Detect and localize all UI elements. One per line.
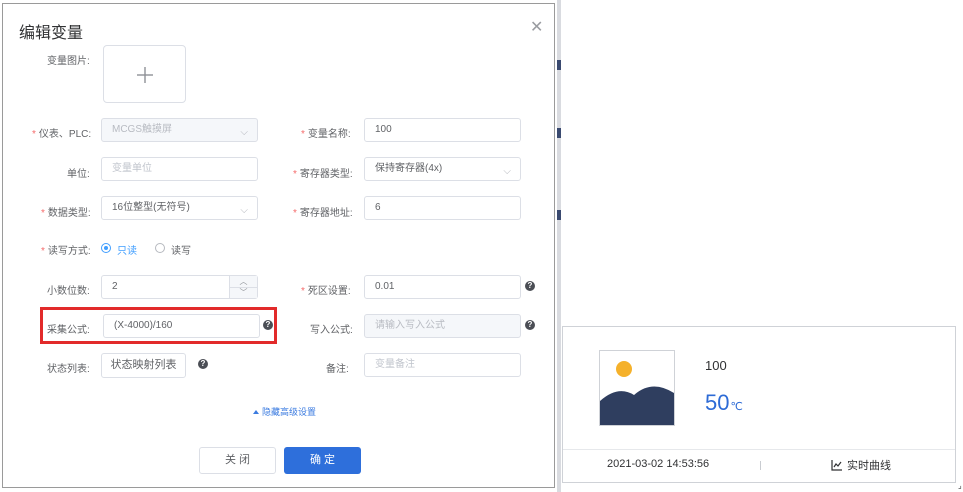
card-timestamp: 2021-03-02 14:53:56 [607,458,710,470]
register-addr-input[interactable]: 6 [364,196,521,220]
remark-label: 备注: [326,364,349,375]
rw-label: * 读写方式: [41,246,91,257]
plus-icon [137,67,153,83]
decimal-stepper[interactable]: 2 ︿ ﹀ [101,275,258,299]
radio-readonly[interactable] [101,243,111,253]
stepper-down-icon[interactable]: ﹀ [230,287,257,298]
edit-variable-dialog: 编辑变量 ✕ 变量图片: * 仪表、PLC: MCGS触摸屏 ⌵ * 变量名称: 10… [2,3,555,488]
help-icon[interactable]: ? [525,320,535,330]
unit-label: 单位: [67,169,90,180]
status-map-button[interactable]: 状态映射列表 [101,353,186,378]
help-icon[interactable]: ? [198,359,208,369]
backdrop-strip [557,0,561,492]
plc-label: * 仪表、PLC: [32,129,92,140]
caret-up-icon [253,410,259,414]
register-addr-label: * 寄存器地址: [293,208,353,219]
name-label: * 变量名称: [301,129,351,140]
chevron-down-icon: ⌵ [240,205,248,216]
card-value: 50℃ [705,390,743,415]
dialog-title: 编辑变量 [19,25,84,42]
remark-input[interactable]: 变量备注 [364,353,521,377]
radio-readonly-label[interactable]: 只读 [117,242,137,257]
radio-readwrite[interactable] [155,243,165,253]
register-type-select[interactable]: 保持寄存器(4x) ⌵ [364,157,521,181]
card-variable-name: 100 [705,358,727,373]
data-type-select[interactable]: 16位整型(无符号) ⌵ [101,196,258,220]
line-chart-icon [831,460,842,471]
image-upload[interactable] [103,45,186,103]
plc-select[interactable]: MCGS触摸屏 ⌵ [101,118,258,142]
unit-input[interactable]: 变量单位 [101,157,258,181]
backdrop-mark [557,210,561,220]
card-unit: ℃ [730,401,743,413]
cancel-button[interactable]: 关 闭 [199,447,276,474]
help-icon[interactable]: ? [525,281,535,291]
image-placeholder-svg [600,361,674,425]
collect-formula-input[interactable]: (X-4000)/160 [103,314,260,338]
write-formula-label: 写入公式: [310,325,353,336]
deadband-label: * 死区设置: [301,286,351,297]
collect-formula-label: 采集公式: [47,325,90,336]
close-icon[interactable]: ✕ [530,17,543,37]
help-icon[interactable]: ? [263,320,273,330]
image-label: 变量图片: [47,56,90,67]
decimal-label: 小数位数: [47,286,90,297]
chevron-down-icon: ⌵ [503,166,511,177]
write-formula-input[interactable]: 请输入写入公式 [364,314,521,338]
image-placeholder-icon [599,350,675,426]
toggle-advanced-link[interactable]: 隐藏高级设置 [253,405,316,418]
data-type-label: * 数据类型: [41,208,91,219]
backdrop-mark [557,128,561,138]
backdrop-mark [557,60,561,70]
variable-card[interactable]: 100 50℃ 2021-03-02 14:53:56 实时曲线 [562,326,956,483]
card-divider [563,449,955,450]
card-separator [760,461,761,470]
chevron-down-icon: ⌵ [240,127,248,138]
register-type-label: * 寄存器类型: [293,169,353,180]
corner-mark: ⌟ [958,481,962,490]
radio-readwrite-label[interactable]: 读写 [171,242,191,257]
status-list-label: 状态列表: [47,364,90,375]
name-input[interactable]: 100 [364,118,521,142]
confirm-button[interactable]: 确 定 [284,447,361,474]
realtime-curve-button[interactable]: 实时曲线 [831,457,891,473]
stepper-buttons: ︿ ﹀ [229,276,257,298]
deadband-input[interactable]: 0.01 [364,275,521,299]
